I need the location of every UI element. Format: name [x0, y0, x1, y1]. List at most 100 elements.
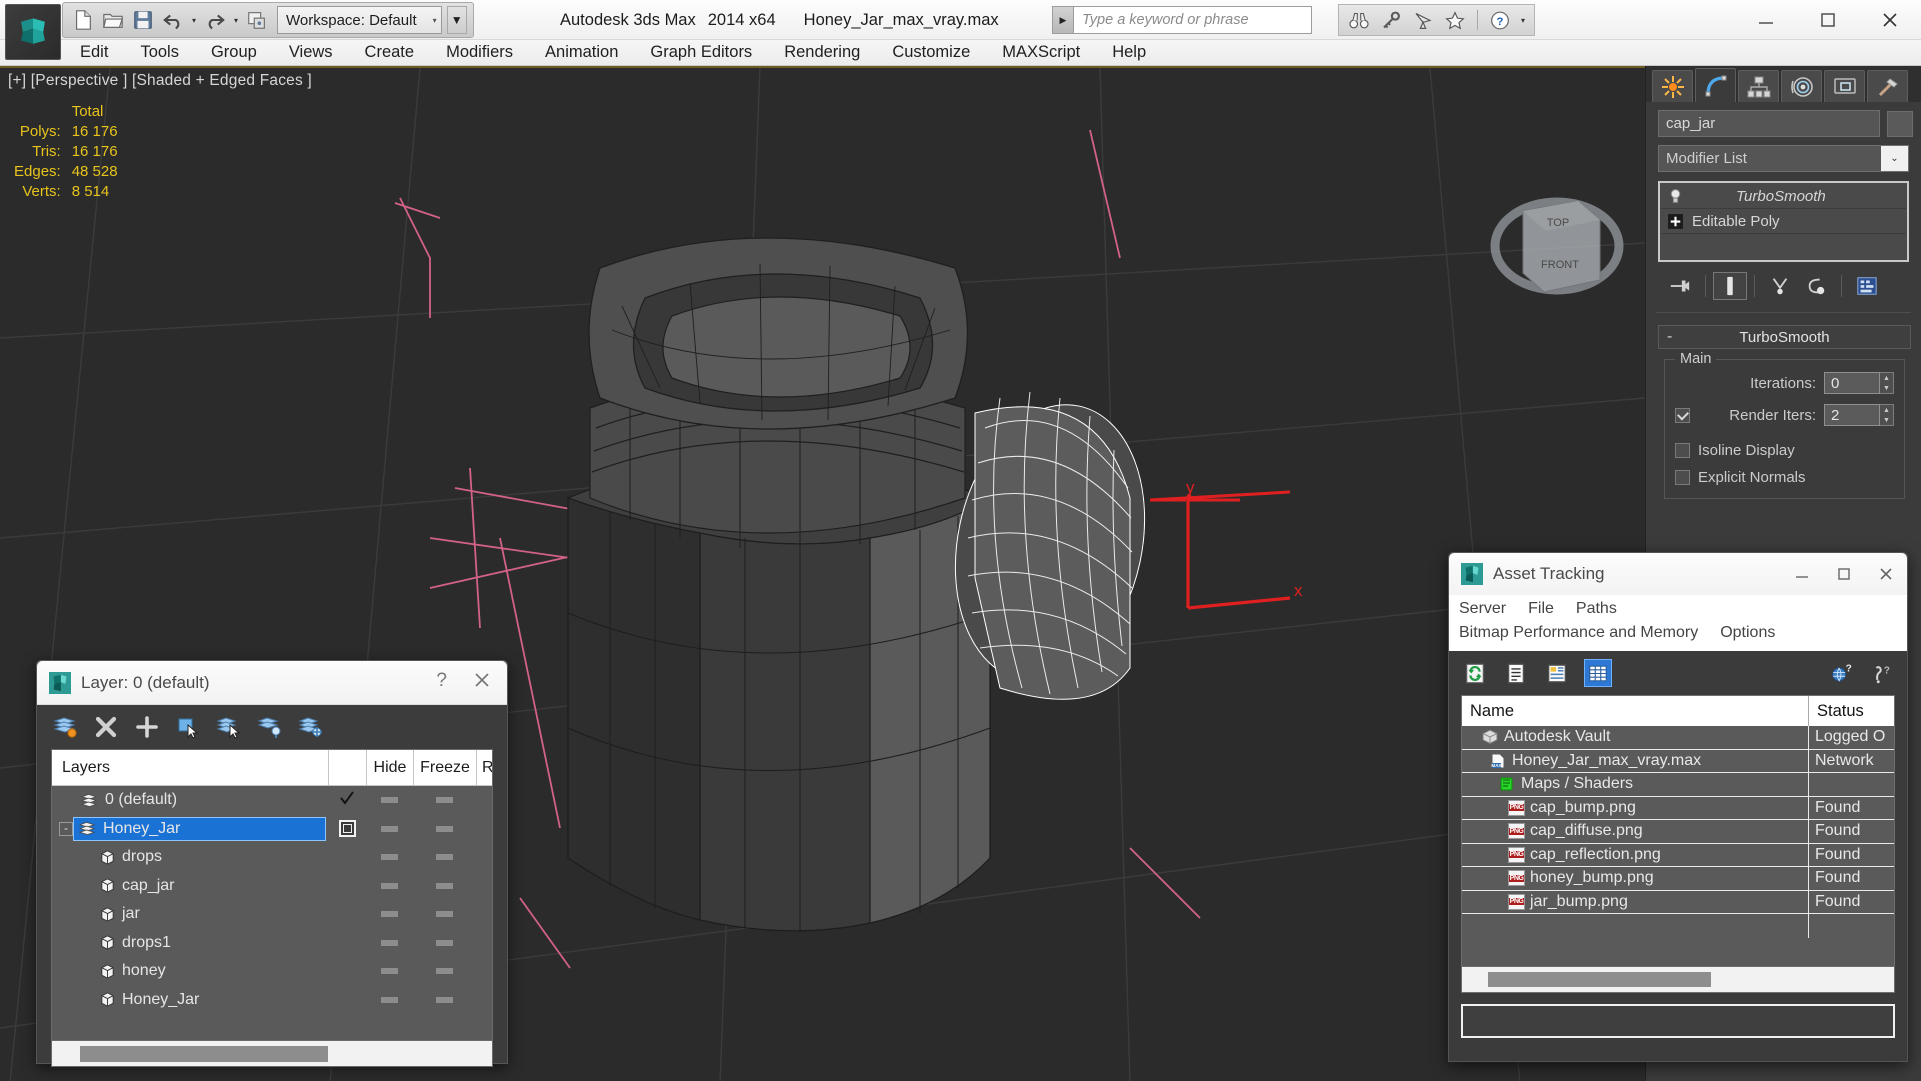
- hierarchy-tab[interactable]: [1738, 70, 1779, 102]
- delete-layer-icon[interactable]: [92, 713, 120, 741]
- hide-toggle[interactable]: [379, 996, 400, 1003]
- expander-icon[interactable]: -: [59, 821, 73, 836]
- asset-list-horizontal-scrollbar[interactable]: [1461, 967, 1895, 993]
- asset-menu-options[interactable]: Options: [1720, 624, 1775, 642]
- refresh-icon[interactable]: [1461, 659, 1489, 687]
- table-row[interactable]: MAX Honey_Jar_max_vray.max Network: [1462, 749, 1894, 773]
- pin-stack-icon[interactable]: [1662, 272, 1698, 300]
- new-icon[interactable]: [69, 6, 97, 34]
- layer-properties-icon[interactable]: [297, 713, 325, 741]
- rollout-collapse-icon[interactable]: -: [1667, 328, 1672, 346]
- hide-toggle[interactable]: [379, 882, 400, 889]
- viewport-label[interactable]: [+] [Perspective ] [Shaded + Edged Faces…: [8, 72, 312, 90]
- freeze-toggle[interactable]: [434, 882, 455, 889]
- render-iters-checkbox[interactable]: [1675, 407, 1690, 423]
- asset-menu-bitmap-performance[interactable]: Bitmap Performance and Memory: [1459, 624, 1698, 642]
- hide-toggle[interactable]: [379, 968, 400, 975]
- object-name-field[interactable]: cap_jar: [1658, 110, 1880, 137]
- help-globe-icon[interactable]: ?: [1827, 659, 1855, 687]
- freeze-toggle[interactable]: [434, 911, 455, 918]
- save-icon[interactable]: [129, 6, 157, 34]
- freeze-toggle[interactable]: [434, 797, 455, 804]
- turbosmooth-rollout-header[interactable]: - TurboSmooth: [1658, 325, 1911, 349]
- binoculars-icon[interactable]: [1345, 7, 1373, 33]
- table-row[interactable]: PNG jar_bump.png Found: [1462, 890, 1894, 914]
- asset-menu-paths[interactable]: Paths: [1576, 600, 1617, 618]
- undo-dropdown-icon[interactable]: ▾: [189, 7, 199, 33]
- explicit-normals-checkbox[interactable]: [1675, 470, 1690, 485]
- table-row[interactable]: - Honey_Jar: [52, 815, 492, 844]
- table-row[interactable]: drops: [52, 843, 492, 872]
- menu-item-create[interactable]: Create: [349, 41, 431, 64]
- table-row[interactable]: Autodesk Vault Logged O: [1462, 726, 1894, 750]
- freeze-toggle[interactable]: [434, 996, 455, 1003]
- satellite-icon[interactable]: [1409, 7, 1437, 33]
- table-row[interactable]: honey: [52, 957, 492, 986]
- iterations-value[interactable]: 0: [1824, 372, 1880, 394]
- redo-icon[interactable]: [201, 6, 229, 34]
- stack-item-turbosmooth[interactable]: TurboSmooth: [1661, 184, 1906, 209]
- select-objects-in-layer-icon[interactable]: [174, 713, 202, 741]
- help-question-icon[interactable]: ?: [1867, 659, 1895, 687]
- table-row[interactable]: PNG cap_reflection.png Found: [1462, 843, 1894, 867]
- asset-menu-file[interactable]: File: [1528, 600, 1554, 618]
- project-folder-icon[interactable]: [243, 6, 271, 34]
- hide-toggle[interactable]: [379, 939, 400, 946]
- scrollbar-thumb[interactable]: [80, 1045, 328, 1062]
- hide-toggle[interactable]: [379, 911, 400, 918]
- create-tab[interactable]: [1652, 70, 1693, 102]
- menu-item-maxscript[interactable]: MAXScript: [986, 41, 1096, 64]
- redo-dropdown-icon[interactable]: ▾: [231, 7, 241, 33]
- display-tab[interactable]: [1824, 70, 1865, 102]
- create-new-layer-icon[interactable]: [51, 713, 79, 741]
- table-row[interactable]: 0 (default): [52, 786, 492, 815]
- active-layer-check-icon[interactable]: [338, 789, 356, 812]
- asset-maximize-button[interactable]: [1823, 554, 1865, 594]
- workspace-selector[interactable]: Workspace: Default ▾: [277, 6, 442, 34]
- asset-list[interactable]: Name Status Autodesk Vault Logged O MAX …: [1461, 695, 1895, 967]
- column-header-status[interactable]: Status: [1808, 696, 1894, 726]
- help-icon[interactable]: ?: [1486, 7, 1514, 33]
- plus-box-icon[interactable]: [1667, 213, 1684, 230]
- table-row[interactable]: Maps / Shaders: [1462, 773, 1894, 797]
- table-row[interactable]: jar: [52, 900, 492, 929]
- hide-toggle[interactable]: [379, 825, 400, 832]
- column-header-freeze[interactable]: Freeze: [413, 750, 476, 785]
- layer-list-horizontal-scrollbar[interactable]: [51, 1041, 493, 1067]
- show-end-result-icon[interactable]: [1713, 272, 1747, 300]
- render-iters-value[interactable]: 2: [1824, 404, 1880, 426]
- asset-menu-server[interactable]: Server: [1459, 600, 1506, 618]
- select-highlighted-layer-icon[interactable]: [215, 713, 243, 741]
- stack-item-editable-poly[interactable]: Editable Poly: [1661, 209, 1906, 234]
- configure-modifier-sets-icon[interactable]: [1849, 272, 1885, 300]
- maximize-button[interactable]: [1797, 0, 1859, 40]
- spinner-arrows-icon[interactable]: ▲ ▼: [1880, 372, 1894, 394]
- lightbulb-icon[interactable]: [1667, 188, 1684, 205]
- menu-item-group[interactable]: Group: [195, 41, 273, 64]
- search-expand-icon[interactable]: ▶: [1052, 6, 1074, 34]
- help-dropdown-icon[interactable]: ▾: [1518, 7, 1528, 33]
- table-row[interactable]: drops1: [52, 929, 492, 958]
- menu-item-animation[interactable]: Animation: [529, 41, 634, 64]
- asset-tracking-status-field[interactable]: [1461, 1004, 1895, 1038]
- asset-minimize-button[interactable]: [1781, 554, 1823, 594]
- menu-item-graph-editors[interactable]: Graph Editors: [634, 41, 768, 64]
- list-view-icon[interactable]: [1502, 659, 1530, 687]
- menu-item-modifiers[interactable]: Modifiers: [430, 41, 529, 64]
- grid-view-icon[interactable]: [1584, 659, 1612, 687]
- iterations-spinner[interactable]: 0 ▲ ▼: [1824, 372, 1894, 394]
- freeze-toggle[interactable]: [434, 968, 455, 975]
- column-header-layers[interactable]: Layers: [52, 759, 328, 777]
- menu-item-edit[interactable]: Edit: [64, 41, 124, 64]
- chevron-down-icon[interactable]: ⌄: [1881, 146, 1908, 171]
- table-row[interactable]: PNG cap_bump.png Found: [1462, 796, 1894, 820]
- highlight-selected-objects-icon[interactable]: [256, 713, 284, 741]
- layer-dialog-help-button[interactable]: ?: [436, 670, 463, 696]
- menu-item-rendering[interactable]: Rendering: [768, 41, 876, 64]
- minimize-button[interactable]: [1735, 0, 1797, 40]
- menu-item-tools[interactable]: Tools: [124, 41, 195, 64]
- app-logo-button[interactable]: [5, 4, 61, 60]
- hide-toggle[interactable]: [379, 854, 400, 861]
- column-header-render[interactable]: R: [476, 750, 492, 785]
- modify-tab[interactable]: [1695, 68, 1736, 102]
